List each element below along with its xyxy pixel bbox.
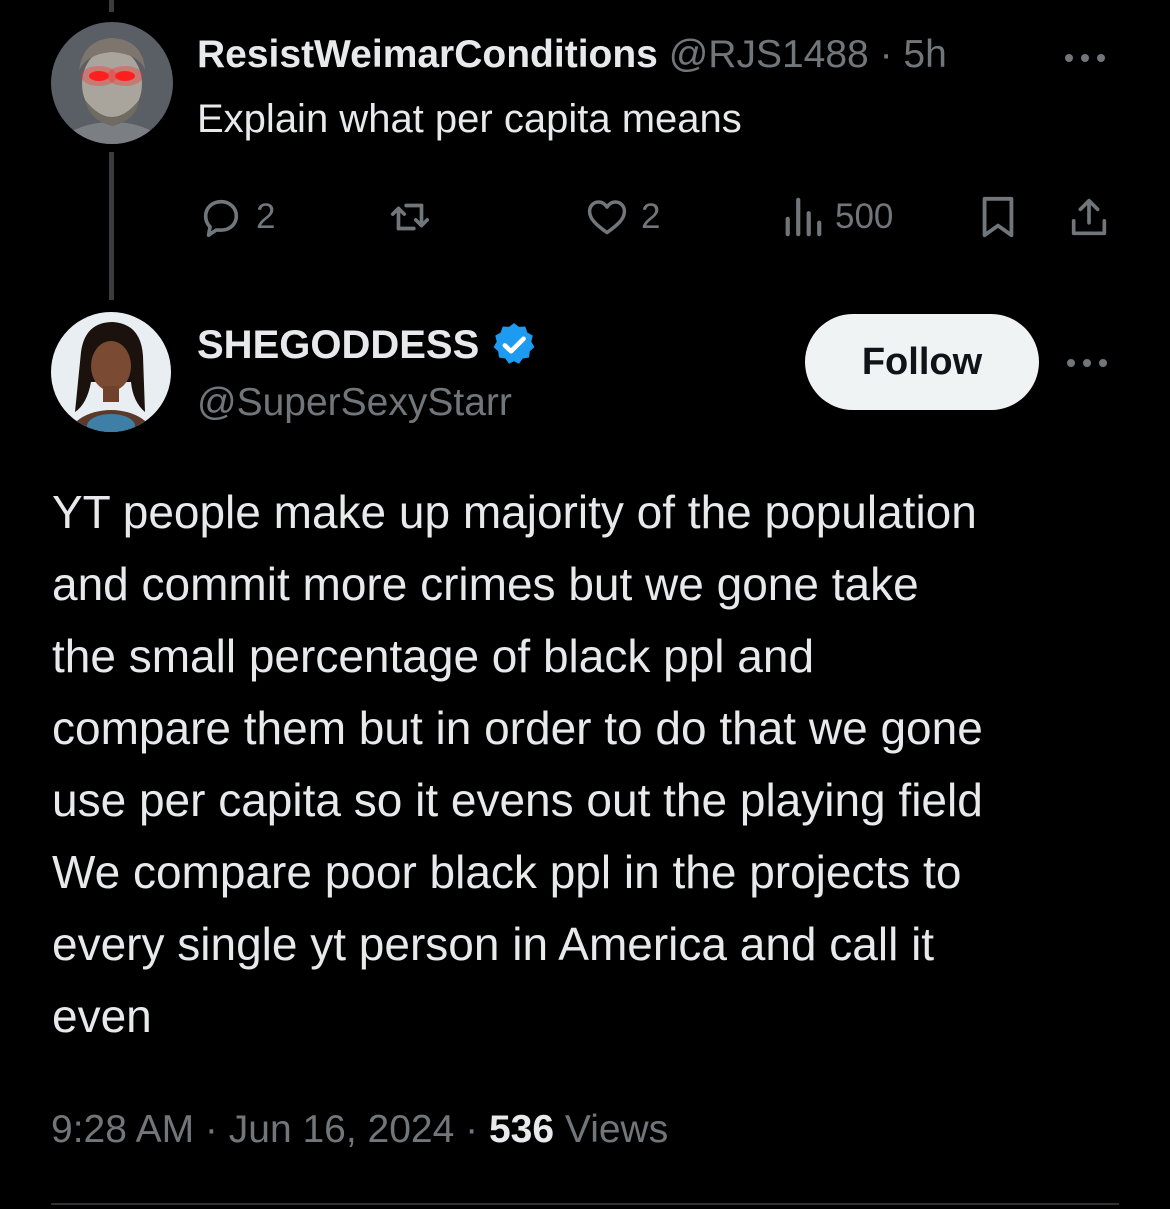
meta-separator: · (454, 1108, 489, 1151)
like-count: 2 (641, 197, 661, 236)
tweet-text-line: even (52, 990, 152, 1042)
share-button[interactable] (1066, 194, 1112, 240)
main-display-name-row: SHEGODDESS (197, 318, 539, 372)
tweet-views-count[interactable]: 536 (489, 1108, 554, 1151)
parent-display-name[interactable]: ResistWeimarConditions (197, 33, 658, 76)
tweet-views-label: Views (554, 1108, 669, 1151)
tweet-text-line: and commit more crimes but we gone take (52, 558, 919, 610)
bookmark-button[interactable] (978, 194, 1018, 240)
parent-more-options-icon[interactable] (1064, 50, 1106, 68)
views-button[interactable]: 500 (783, 194, 893, 240)
tweet-date[interactable]: Jun 16, 2024 (229, 1108, 455, 1151)
avatar-bust-icon (51, 22, 173, 144)
follow-button[interactable]: Follow (805, 314, 1039, 410)
retweet-button[interactable] (386, 194, 446, 240)
reply-button[interactable]: 2 (198, 194, 275, 240)
parent-avatar[interactable] (51, 22, 173, 144)
views-bar-chart-icon (785, 197, 822, 237)
thread-connector (109, 152, 114, 300)
views-count: 500 (835, 197, 894, 236)
main-display-name[interactable]: SHEGODDESS (197, 323, 479, 368)
tweet-text-line: use per capita so it evens out the playi… (52, 774, 983, 826)
main-more-options-icon[interactable] (1066, 355, 1108, 373)
parent-time[interactable]: 5h (903, 33, 946, 76)
parent-handle[interactable]: @RJS1488 (669, 33, 869, 76)
retweet-icon (390, 203, 430, 231)
parent-tweet-text: Explain what per capita means (197, 97, 742, 141)
verified-badge-icon[interactable] (489, 320, 539, 370)
tweet-text-line: the small percentage of black ppl and (52, 630, 815, 682)
thread-connector-top (109, 0, 114, 12)
meta-separator: · (194, 1108, 229, 1151)
tweet-text-line: We compare poor black ppl in the project… (52, 846, 962, 898)
parent-tweet-header: ResistWeimarConditions @RJS1488 · 5h (197, 30, 1027, 80)
bookmark-icon (982, 196, 1014, 238)
parent-time-separator: · (868, 33, 904, 76)
tweet-text-line: compare them but in order to do that we … (52, 702, 983, 754)
tweet-text-line: YT people make up majority of the popula… (52, 486, 977, 538)
main-avatar[interactable] (51, 312, 171, 432)
tweet-time[interactable]: 9:28 AM (51, 1108, 194, 1151)
share-icon (1071, 198, 1107, 236)
main-handle[interactable]: @SuperSexyStarr (197, 378, 512, 428)
tweet-meta: 9:28 AM · Jun 16, 2024 · 536 Views (51, 1104, 668, 1156)
tweet-text-line: every single yt person in America and ca… (52, 918, 935, 970)
divider (51, 1203, 1119, 1205)
main-tweet-text: YT people make up majority of the popula… (52, 476, 1142, 1052)
avatar-woman-icon (51, 312, 171, 432)
reply-count: 2 (256, 197, 276, 236)
like-button[interactable]: 2 (585, 194, 660, 240)
reply-icon (203, 199, 239, 238)
heart-icon (587, 200, 627, 235)
